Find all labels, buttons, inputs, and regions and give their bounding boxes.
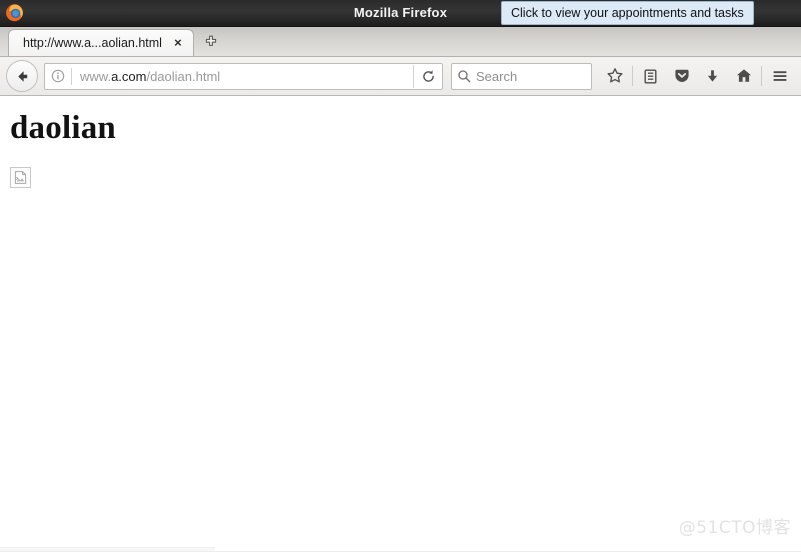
page-title: daolian [10,110,116,146]
hamburger-menu-icon [773,71,786,81]
pocket-icon [674,69,689,82]
back-button[interactable] [6,60,38,92]
navigation-toolbar: www.a.com/daolian.html Search [0,57,801,96]
browser-tab[interactable]: http://www.a...aolian.html × [8,29,194,56]
tab-title: http://www.a...aolian.html [23,36,162,50]
reload-icon[interactable] [413,64,442,88]
browser-window: Mozilla Firefox Click to view your appoi… [0,0,801,552]
firefox-logo-icon [5,3,24,22]
library-button[interactable] [635,61,666,91]
url-path: /daolian.html [146,68,221,84]
bookmark-star-button[interactable] [599,61,630,91]
url-text: www.a.com/daolian.html [72,69,413,84]
close-icon[interactable]: × [171,36,185,50]
appointments-tooltip: Click to view your appointments and task… [501,1,754,25]
toolbar-separator [632,66,633,86]
broken-image-icon [14,171,27,184]
back-arrow-icon [17,70,27,82]
new-tab-button[interactable] [201,32,221,52]
watermark: @51CTO博客 [678,518,791,538]
home-button[interactable] [728,61,759,91]
broken-image-placeholder[interactable] [10,167,31,188]
toolbar-separator [761,66,762,86]
search-input[interactable]: Search [476,69,517,84]
search-bar[interactable]: Search [451,62,592,90]
page-content: daolian @51CTO博客 [0,96,801,552]
home-icon [736,69,751,82]
star-icon [606,68,623,83]
library-icon [644,69,657,84]
info-icon[interactable] [45,69,71,83]
menu-button[interactable] [764,61,795,91]
download-arrow-icon [707,69,718,82]
tab-strip: http://www.a...aolian.html × [0,27,801,57]
url-prefix: www. [80,68,112,84]
plus-icon [205,35,217,46]
downloads-button[interactable] [697,61,728,91]
url-host: a.com [111,68,147,84]
pocket-button[interactable] [666,61,697,91]
search-icon [452,69,476,83]
url-bar[interactable]: www.a.com/daolian.html [44,62,443,90]
